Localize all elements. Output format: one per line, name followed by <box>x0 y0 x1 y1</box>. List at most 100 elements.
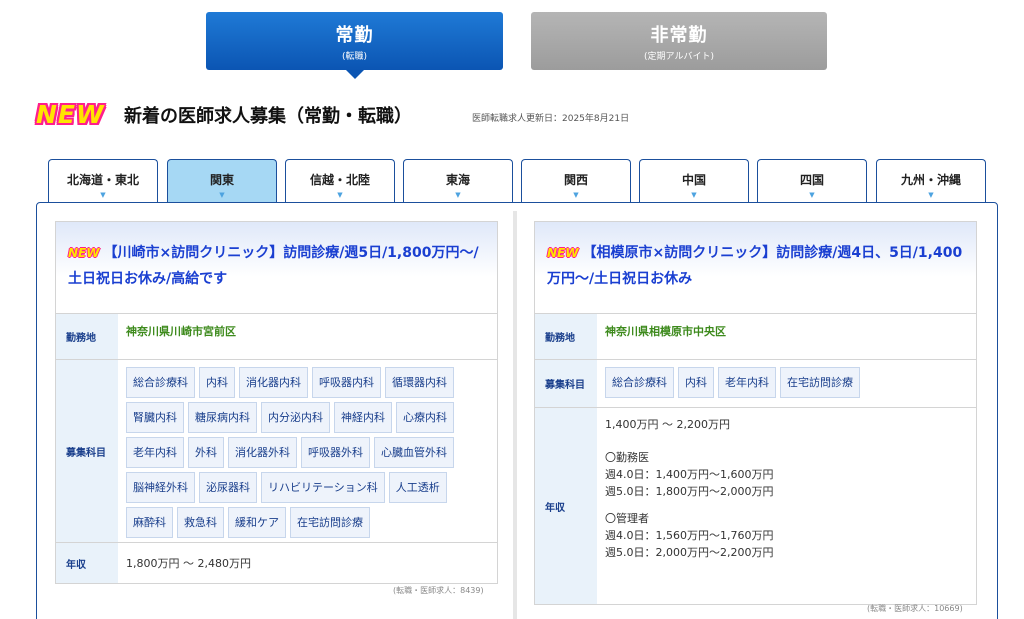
salary-value: 1,800万円 ～ 2,480万円 <box>126 556 251 570</box>
job-title-link[interactable]: NEW 【相模原市×訪問クリニック】訪問診療/週4日、5日/1,400万円～/土日… <box>535 222 976 314</box>
location-value: 神奈川県相模原市中央区 <box>605 325 726 338</box>
tab-kansai[interactable]: 関西 ▼ <box>521 159 631 203</box>
tab-label: 北海道・東北 <box>66 173 139 187</box>
chevron-down-icon: ▼ <box>691 191 697 199</box>
department-chip: 救急科 <box>177 507 224 538</box>
new-badge-small: NEW <box>68 246 100 260</box>
chevron-down-icon: ▼ <box>573 191 579 199</box>
department-chip: 内科 <box>678 367 714 398</box>
tab-chugoku[interactable]: 中国 ▼ <box>639 159 749 203</box>
new-badge-small: NEW <box>547 246 579 260</box>
department-chip: 緩和ケア <box>228 507 286 538</box>
department-list: 総合診療科 内科 消化器内科 呼吸器内科 循環器内科腎臓内科 糖尿病内科 内分泌内科 神経内科… <box>118 360 497 542</box>
chevron-down-icon: ▼ <box>809 191 815 199</box>
tab-shinetsu-hokuriku[interactable]: 信越・北陸 ▼ <box>285 159 395 203</box>
salary-row: 年収 1,400万円 ～ 2,200万円 〇勤務医週4.0日：1,400万円～1,… <box>535 408 976 604</box>
location-value: 神奈川県川崎市宮前区 <box>126 325 236 338</box>
department-chip: 心療内科 <box>396 402 454 433</box>
department-chip: 人工透析 <box>388 472 447 503</box>
department-chip: 内科 <box>199 367 235 398</box>
tab-kanto[interactable]: 関東 ▼ <box>167 159 277 203</box>
chevron-down-icon: ▼ <box>928 191 934 199</box>
departments-row: 募集科目 総合診療科 内科 老年内科 在宅訪問診療 <box>535 360 976 408</box>
salary-line: 週5.0日：1,800万円～2,000万円 <box>605 485 774 498</box>
salary-line <box>605 439 968 449</box>
fulltime-label: 常勤 <box>335 25 374 46</box>
salary-line: 週4.0日：1,400万円～1,600万円 <box>605 468 774 481</box>
job-title: 【相模原市×訪問クリニック】訪問診療/週4日、5日/1,400万円～/土日祝日お… <box>547 245 963 287</box>
tab-label: 信越・北陸 <box>309 173 370 187</box>
location-label: 勤務地 <box>56 314 118 359</box>
region-tabs: 北海道・東北 ▼ 関東 ▼ 信越・北陸 ▼ 東海 ▼ 関西 ▼ 中国 ▼ 四国 ▼ 九州・沖縄… <box>48 159 988 203</box>
salary-line: 週5.0日：2,000万円～2,200万円 <box>605 546 774 559</box>
tab-label: 関西 <box>563 173 588 187</box>
chevron-down-icon: ▼ <box>219 191 225 199</box>
salary-line <box>605 500 968 510</box>
department-chip: 老年内科 <box>126 437 184 468</box>
department-chip: リハビリテーション科 <box>261 472 385 503</box>
department-chip: 外科 <box>188 437 224 468</box>
job-count-note: (転職・医師求人：8439) <box>393 586 484 595</box>
salary-row: 年収 1,800万円 ～ 2,480万円 <box>56 543 497 583</box>
chevron-down-icon: ▼ <box>455 191 461 199</box>
parttime-label: 非常勤 <box>650 25 708 46</box>
job-listing-panel: NEW 【川崎市×訪問クリニック】訪問診療/週5日/1,800万円～/土日祝日お休… <box>36 202 998 619</box>
department-chip: 消化器外科 <box>228 437 297 468</box>
department-chip: 腎臓内科 <box>126 402 184 433</box>
departments-row: 募集科目 総合診療科 内科 消化器内科 呼吸器内科 循環器内科腎臓内科 糖尿病内科 内分泌内… <box>56 360 497 543</box>
parttime-sub: (定期アルバイト) <box>644 52 714 62</box>
updated-date: 医師転職求人更新日：2025年8月21日 <box>472 114 630 124</box>
department-chip: 老年内科 <box>718 367 776 398</box>
department-chip: 脳神経外科 <box>126 472 195 503</box>
parttime-toggle[interactable]: 非常勤 (定期アルバイト) <box>531 12 827 70</box>
tab-label: 中国 <box>681 173 706 187</box>
salary-label: 年収 <box>535 408 597 604</box>
department-chip: 消化器内科 <box>239 367 308 398</box>
salary-line: 〇勤務医 <box>605 451 649 464</box>
department-chip: 総合診療科 <box>126 367 195 398</box>
department-chip: 麻酔科 <box>126 507 173 538</box>
location-label: 勤務地 <box>535 314 597 359</box>
tab-tokai[interactable]: 東海 ▼ <box>403 159 513 203</box>
department-chip: 泌尿器科 <box>199 472 257 503</box>
department-chip: 内分泌内科 <box>261 402 330 433</box>
department-chip: 心臓血管外科 <box>374 437 454 468</box>
department-chip: 糖尿病内科 <box>188 402 257 433</box>
tab-label: 東海 <box>445 173 470 187</box>
department-chip: 在宅訪問診療 <box>290 507 370 538</box>
chevron-down-icon: ▼ <box>100 191 106 199</box>
tab-kyushu-okinawa[interactable]: 九州・沖縄 ▼ <box>876 159 986 203</box>
job-card[interactable]: NEW 【川崎市×訪問クリニック】訪問診療/週5日/1,800万円～/土日祝日お休… <box>55 221 498 584</box>
tab-label: 四国 <box>799 173 824 187</box>
job-title-link[interactable]: NEW 【川崎市×訪問クリニック】訪問診療/週5日/1,800万円～/土日祝日お休… <box>56 222 497 314</box>
salary-value: 1,400万円 ～ 2,200万円 〇勤務医週4.0日：1,400万円～1,600… <box>597 408 976 604</box>
location-row: 勤務地 神奈川県相模原市中央区 <box>535 314 976 360</box>
department-list: 総合診療科 内科 老年内科 在宅訪問診療 <box>597 360 976 407</box>
chevron-down-icon: ▼ <box>337 191 343 199</box>
department-chip: 総合診療科 <box>605 367 674 398</box>
new-badge: NEW <box>36 100 105 129</box>
tab-shikoku[interactable]: 四国 ▼ <box>757 159 867 203</box>
job-title: 【川崎市×訪問クリニック】訪問診療/週5日/1,800万円～/土日祝日お休み/高… <box>68 245 479 287</box>
location-row: 勤務地 神奈川県川崎市宮前区 <box>56 314 497 360</box>
salary-line: 1,400万円 ～ 2,200万円 <box>605 418 730 431</box>
departments-label: 募集科目 <box>56 360 118 542</box>
fulltime-sub: (転職) <box>341 52 368 62</box>
tab-label: 関東 <box>209 173 234 187</box>
department-chip: 循環器内科 <box>385 367 454 398</box>
salary-line: 週4.0日：1,560万円～1,760万円 <box>605 529 774 542</box>
salary-label: 年収 <box>56 543 118 583</box>
tab-hokkaido-tohoku[interactable]: 北海道・東北 ▼ <box>48 159 158 203</box>
departments-label: 募集科目 <box>535 360 597 407</box>
salary-line: 〇管理者 <box>605 512 649 525</box>
tab-label: 九州・沖縄 <box>900 173 961 187</box>
department-chip: 神経内科 <box>334 402 392 433</box>
job-card[interactable]: NEW 【相模原市×訪問クリニック】訪問診療/週4日、5日/1,400万円～/土日… <box>534 221 977 605</box>
fulltime-toggle[interactable]: 常勤 (転職) <box>206 12 503 79</box>
department-chip: 呼吸器外科 <box>301 437 370 468</box>
job-count-note: (転職・医師求人：10669) <box>867 604 963 613</box>
column-divider <box>513 211 517 619</box>
page-title: 新着の医師求人募集（常勤・転職） <box>124 106 412 127</box>
department-chip: 呼吸器内科 <box>312 367 381 398</box>
department-chip: 在宅訪問診療 <box>780 367 860 398</box>
